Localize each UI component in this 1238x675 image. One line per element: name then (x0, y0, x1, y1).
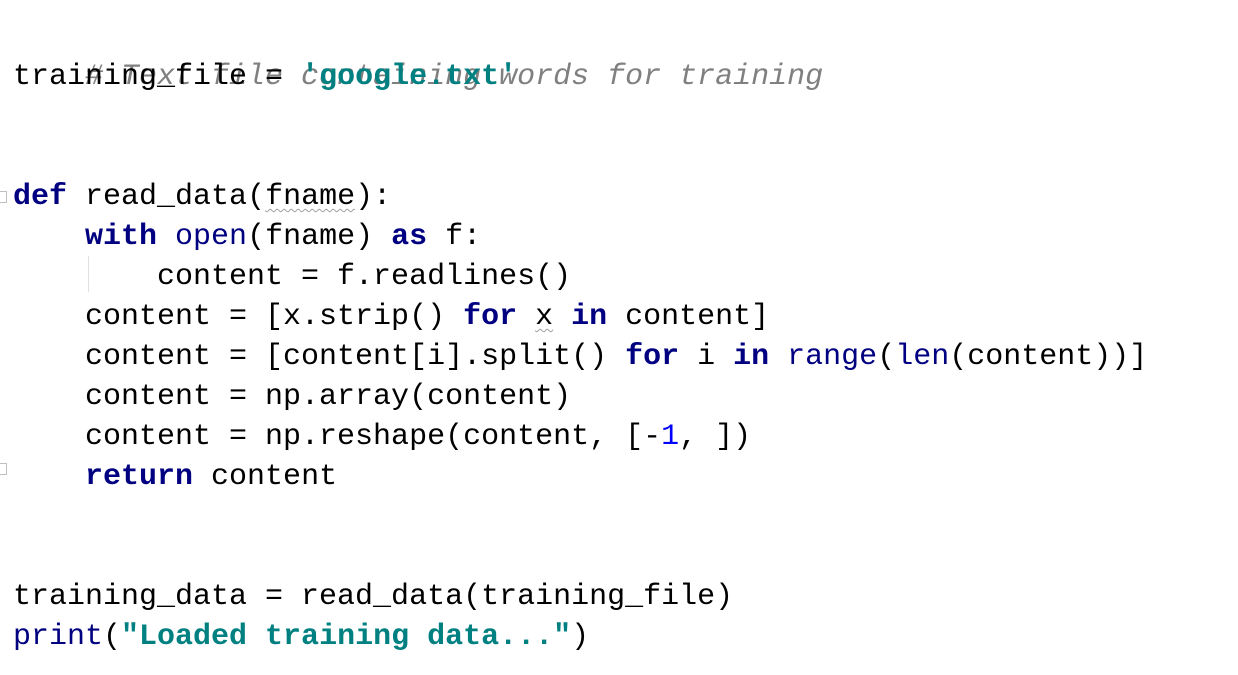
code-line-11: content = np.reshape(content, [-1, ]) (13, 417, 751, 457)
code-line-15: training_data = read_data(training_file) (13, 580, 734, 614)
code-line-8: content = [x.strip() for x in content] (13, 297, 769, 337)
param-token: fname (265, 180, 356, 214)
paren-token: ) (571, 620, 590, 654)
code-line-5: def read_data(fname): (13, 177, 391, 217)
paren-token: ): (355, 180, 392, 214)
code-token: content = [content[i].split() (13, 340, 626, 374)
indent-token (13, 460, 85, 494)
fold-end-marker-icon[interactable] (0, 463, 7, 475)
indent-token (13, 220, 85, 254)
for-keyword: for (463, 300, 518, 334)
range-builtin: range (787, 340, 878, 374)
print-builtin: print (13, 620, 104, 654)
code-token: i (679, 340, 734, 374)
operator-token: = (247, 60, 302, 94)
args-token: (fname) (247, 220, 392, 254)
for-keyword: for (625, 340, 680, 374)
code-token: content = [x.strip() (13, 300, 464, 334)
in-keyword: in (733, 340, 770, 374)
code-token: , ]) (679, 420, 752, 454)
function-name-token: read_data (85, 180, 248, 214)
variable-token: training_file (13, 60, 248, 94)
code-token: content = np.reshape(content, [- (13, 420, 662, 454)
code-line-10: content = np.array(content) (13, 380, 572, 414)
code-line-7: content = f.readlines() (13, 260, 572, 294)
with-keyword: with (85, 220, 158, 254)
number-token: 1 (661, 420, 680, 454)
paren-token: ( (103, 620, 122, 654)
as-keyword: as (391, 220, 428, 254)
code-token: content] (607, 300, 770, 334)
code-token: (content))] (949, 340, 1148, 374)
code-line-2: training_file = 'google.txt' (13, 57, 517, 97)
alias-token: f: (427, 220, 482, 254)
len-builtin: len (895, 340, 950, 374)
code-line-6: with open(fname) as f: (13, 217, 481, 257)
return-keyword: return (85, 460, 194, 494)
code-line-1: # Text file containing words for trainin… (13, 17, 823, 94)
code-token: content (193, 460, 338, 494)
code-line-9: content = [content[i].split() for i in r… (13, 337, 1147, 377)
in-keyword: in (571, 300, 608, 334)
string-token: "Loaded training data..." (121, 620, 572, 654)
code-editor[interactable]: # Text file containing words for trainin… (0, 0, 1238, 675)
paren-token: ( (247, 180, 266, 214)
string-token: 'google.txt' (301, 60, 518, 94)
paren-token: ( (877, 340, 896, 374)
def-keyword: def (13, 180, 68, 214)
open-builtin: open (175, 220, 248, 254)
code-line-16: print("Loaded training data...") (13, 617, 589, 657)
fold-marker-icon[interactable] (0, 191, 7, 203)
code-line-12: return content (13, 457, 337, 497)
loop-var-token: x (535, 300, 554, 334)
